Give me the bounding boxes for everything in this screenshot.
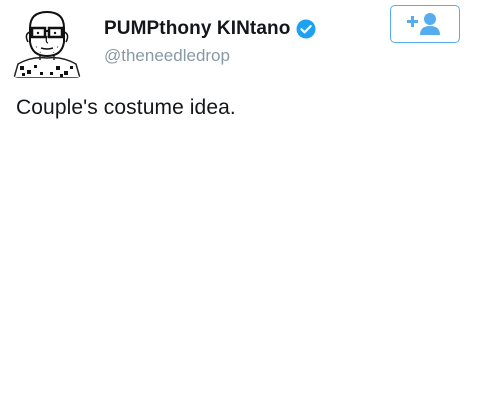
display-name[interactable]: PUMPthony KINtano [104, 18, 290, 40]
avatar[interactable] [12, 6, 82, 78]
add-user-icon [407, 13, 440, 35]
tweet-text: Couple's costume idea. [16, 96, 236, 119]
user-handle[interactable]: @theneedledrop [104, 46, 230, 66]
tweet-card: PUMPthony KINtano @theneedledrop Couple'… [0, 0, 478, 400]
follow-button[interactable] [390, 5, 460, 43]
verified-badge-icon [296, 19, 316, 39]
name-row: PUMPthony KINtano [104, 16, 316, 42]
avatar-sketch-icon [13, 10, 81, 78]
